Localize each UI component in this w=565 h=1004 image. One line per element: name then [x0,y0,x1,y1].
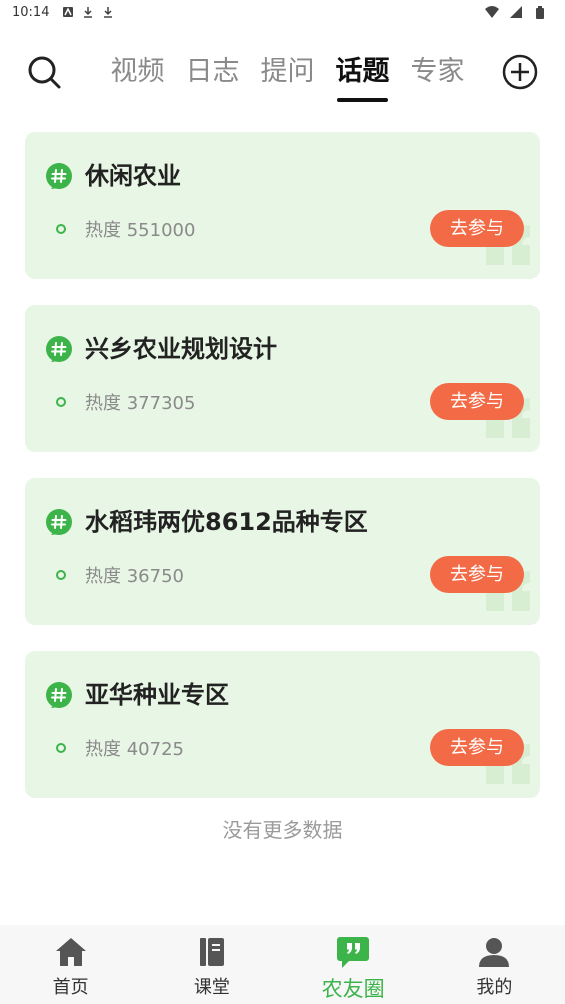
home-icon [55,938,86,966]
topic-title: 兴乡农业规划设计 [85,335,277,363]
bottom-nav-home[interactable]: 首页 [0,925,141,1004]
heat-dot-icon [56,743,66,753]
top-nav: 视频 日志 提问 话题 专家 [0,44,565,108]
heat-dot-icon [56,570,66,580]
bottom-nav-community[interactable]: 农友圈 [283,925,424,1004]
signal-icon [509,5,523,19]
topic-heat: 热度 36750 [85,566,184,587]
tab-topics[interactable]: 话题 [325,52,400,102]
hashtag-icon [46,336,72,362]
join-button[interactable]: 去参与 [430,383,524,420]
quote-chat-icon [337,937,370,968]
topic-card[interactable]: 水稻玮两优8612品种专区 热度 36750 去参与 [25,478,540,625]
topic-heat: 热度 40725 [85,739,184,760]
hashtag-icon [46,163,72,189]
bottom-nav-me[interactable]: 我的 [424,925,565,1004]
topic-card[interactable]: 休闲农业 热度 551000 去参与 [25,132,540,279]
hashtag-icon [46,509,72,535]
search-button[interactable] [26,54,62,90]
add-button[interactable] [502,54,538,90]
download-icon [81,5,95,19]
no-more-data-text: 没有更多数据 [222,818,343,842]
book-icon [199,938,224,966]
topic-card[interactable]: 兴乡农业规划设计 热度 377305 去参与 [25,305,540,452]
tab-logs[interactable]: 日志 [175,52,250,102]
topic-title: 亚华种业专区 [85,681,229,709]
bottom-nav-label: 首页 [52,977,89,998]
tab-experts[interactable]: 专家 [400,52,475,102]
heat-dot-icon [56,224,66,234]
topic-title: 水稻玮两优8612品种专区 [85,508,368,536]
tab-questions[interactable]: 提问 [250,52,325,102]
bottom-nav-label: 我的 [476,977,513,998]
join-button[interactable]: 去参与 [430,729,524,766]
user-icon [479,938,510,967]
plus-circle-icon [502,54,538,90]
wifi-icon [485,5,499,19]
bottom-nav-label: 农友圈 [321,977,385,1001]
download-icon [101,5,115,19]
bottom-nav-label: 课堂 [193,977,230,998]
status-bar: 10:14 [0,0,565,24]
topic-card[interactable]: 亚华种业专区 热度 40725 去参与 [25,651,540,798]
bottom-nav: 首页 课堂 农友圈 我的 [0,925,565,1004]
topic-heat: 热度 377305 [85,393,196,414]
join-button[interactable]: 去参与 [430,556,524,593]
bottom-nav-classroom[interactable]: 课堂 [141,925,282,1004]
tab-bar: 视频 日志 提问 话题 专家 [100,52,475,102]
notification-icon [61,5,75,19]
status-time: 10:14 [12,4,50,20]
topic-title: 休闲农业 [85,162,181,190]
battery-icon [533,5,547,19]
topic-list: 休闲农业 热度 551000 去参与 兴乡农业规划设计 热度 377305 去参… [25,132,540,824]
topic-heat: 热度 551000 [85,220,196,241]
heat-dot-icon [56,397,66,407]
tab-videos[interactable]: 视频 [100,52,175,102]
hashtag-icon [46,682,72,708]
join-button[interactable]: 去参与 [430,210,524,247]
search-icon [28,56,61,89]
